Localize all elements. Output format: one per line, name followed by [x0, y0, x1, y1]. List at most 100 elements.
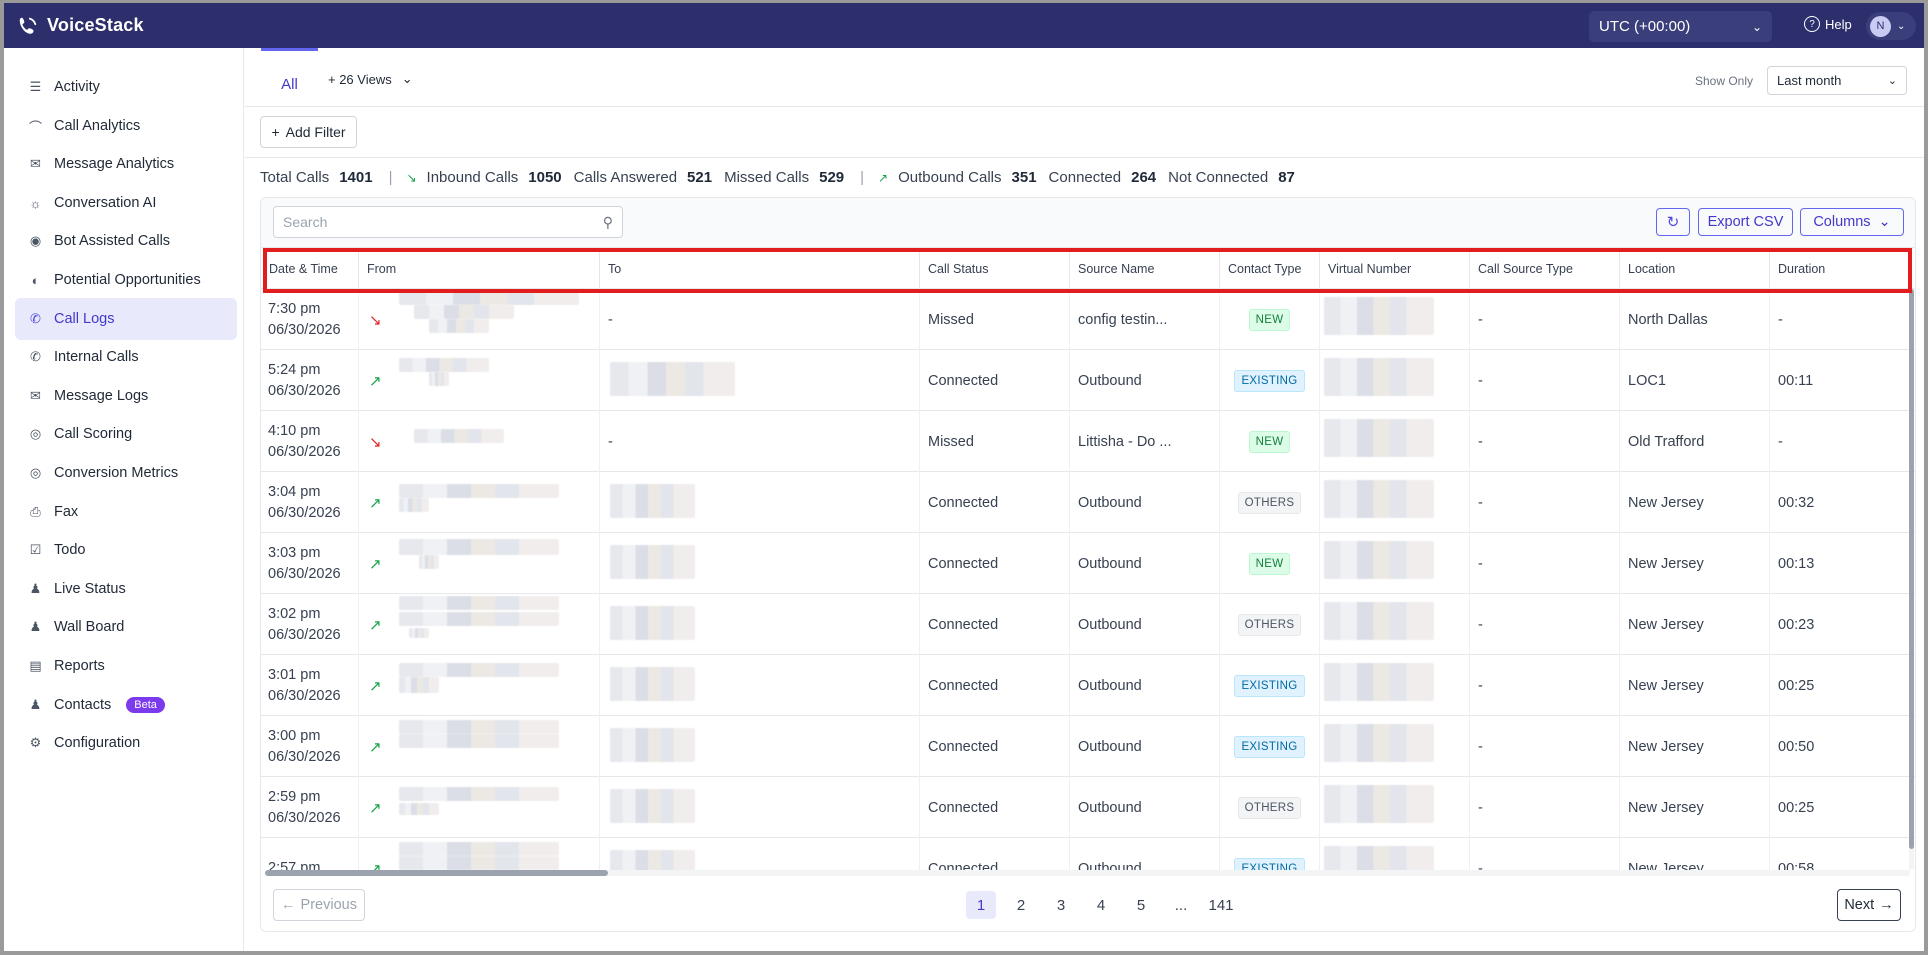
- cell-virtual-number[interactable]: [1320, 655, 1470, 716]
- previous-button[interactable]: ← Previous: [273, 889, 365, 921]
- column-header-duration[interactable]: Duration: [1770, 248, 1910, 289]
- cell-virtual-number[interactable]: [1320, 533, 1470, 594]
- sidebar-item-configuration[interactable]: ⚙ Configuration: [15, 722, 237, 764]
- table-row[interactable]: 2:59 pm 06/30/2026 ↗ Connected Outbound OTHER…: [261, 777, 1915, 838]
- column-header-location[interactable]: Location: [1620, 248, 1770, 289]
- sidebar-item-conversation-ai[interactable]: ☼ Conversation AI: [15, 182, 237, 224]
- cell-to[interactable]: [600, 655, 920, 716]
- columns-button[interactable]: Columns ⌄: [1800, 208, 1904, 236]
- sidebar-item-call-scoring[interactable]: ◎ Call Scoring: [15, 413, 237, 455]
- table-row[interactable]: 3:04 pm 06/30/2026 ↗ Connected Outbound OTHER…: [261, 472, 1915, 533]
- cell-to[interactable]: [600, 350, 920, 411]
- cell-from[interactable]: ↗: [359, 838, 600, 872]
- sidebar-item-conversion-metrics[interactable]: ◎ Conversion Metrics: [15, 452, 237, 494]
- cell-to[interactable]: -: [600, 411, 920, 472]
- timezone-select[interactable]: UTC (+00:00) ⌄: [1589, 11, 1772, 42]
- column-header-from[interactable]: From: [359, 248, 600, 289]
- cell-source-name: Outbound: [1070, 350, 1220, 411]
- column-header-date-time[interactable]: Date & Time: [261, 248, 359, 289]
- cell-from[interactable]: ↗: [359, 472, 600, 533]
- cell-from[interactable]: ↗: [359, 533, 600, 594]
- cell-from[interactable]: ↗: [359, 716, 600, 777]
- cell-from[interactable]: ↘: [359, 411, 600, 472]
- sidebar-item-reports[interactable]: ▤ Reports: [15, 645, 237, 687]
- sidebar-item-label: Call Scoring: [54, 426, 133, 442]
- call-time: 3:04 pm: [268, 483, 321, 500]
- sidebar-item-call-analytics[interactable]: ⌒ Call Analytics: [15, 105, 237, 147]
- cell-virtual-number[interactable]: [1320, 411, 1470, 472]
- app-logo[interactable]: VoiceStack: [17, 15, 144, 37]
- table-row[interactable]: 3:00 pm 06/30/2026 ↗ Connected Outbound EXIST…: [261, 716, 1915, 777]
- cell-from[interactable]: ↗: [359, 594, 600, 655]
- scroll-thumb[interactable]: [1909, 289, 1914, 849]
- sidebar-item-internal-calls[interactable]: ✆ Internal Calls: [15, 336, 237, 378]
- sidebar-item-activity[interactable]: ☰ Activity: [15, 66, 237, 108]
- sidebar-item-call-logs[interactable]: ✆ Call Logs: [15, 298, 237, 340]
- page-button[interactable]: 1: [966, 891, 996, 919]
- column-header-virtual-number[interactable]: Virtual Number: [1320, 248, 1470, 289]
- call-source-type: -: [1478, 616, 1483, 633]
- date-range-select[interactable]: Last month ⌄: [1767, 66, 1907, 95]
- table-row[interactable]: 4:10 pm 06/30/2026 ↘ - Missed Littisha - Do .…: [261, 411, 1915, 472]
- cell-virtual-number[interactable]: [1320, 289, 1470, 350]
- page-button[interactable]: 4: [1086, 891, 1116, 919]
- cell-to[interactable]: [600, 594, 920, 655]
- search-input[interactable]: Search ⚲: [273, 206, 623, 238]
- column-header-source-name[interactable]: Source Name: [1070, 248, 1220, 289]
- table-row[interactable]: 2:57 pm ↗ Connected Outbound EXISTING - New Je…: [261, 838, 1915, 872]
- help-button[interactable]: ? Help: [1804, 16, 1852, 32]
- column-header-call-status[interactable]: Call Status: [920, 248, 1070, 289]
- table-row[interactable]: 3:01 pm 06/30/2026 ↗ Connected Outbound EXIST…: [261, 655, 1915, 716]
- cell-to[interactable]: [600, 472, 920, 533]
- cell-to[interactable]: -: [600, 289, 920, 350]
- sidebar-item-wall-board[interactable]: ♟ Wall Board: [15, 606, 237, 648]
- sidebar-item-bot-assisted-calls[interactable]: ◉ Bot Assisted Calls: [15, 220, 237, 262]
- cell-virtual-number[interactable]: [1320, 838, 1470, 872]
- stat-total-label: Total Calls: [260, 169, 330, 186]
- cell-duration: -: [1770, 289, 1910, 350]
- cell-to[interactable]: [600, 777, 920, 838]
- cell-from[interactable]: ↗: [359, 655, 600, 716]
- status-badge: EXISTING: [1234, 674, 1305, 697]
- sidebar-item-fax[interactable]: ⎙ Fax: [15, 491, 237, 533]
- user-menu[interactable]: N ⌄: [1866, 12, 1916, 40]
- add-filter-button[interactable]: + Add Filter: [260, 116, 357, 148]
- cell-virtual-number[interactable]: [1320, 472, 1470, 533]
- page-button[interactable]: 141: [1206, 891, 1236, 919]
- sidebar-item-contacts[interactable]: ♟ Contacts Beta: [15, 684, 237, 726]
- cell-from[interactable]: ↘: [359, 289, 600, 350]
- cell-from[interactable]: ↗: [359, 777, 600, 838]
- cell-to[interactable]: [600, 838, 920, 872]
- sidebar-item-message-analytics[interactable]: ✉ Message Analytics: [15, 143, 237, 185]
- call-status: Connected: [928, 677, 999, 694]
- tab-all[interactable]: All: [261, 48, 318, 107]
- column-header-contact-type[interactable]: Contact Type: [1220, 248, 1320, 289]
- vertical-scrollbar[interactable]: [1909, 289, 1914, 869]
- cell-virtual-number[interactable]: [1320, 350, 1470, 411]
- table-row[interactable]: 7:30 pm 06/30/2026 ↘ - Missed config testin..…: [261, 289, 1915, 350]
- cell-contact-type: NEW: [1220, 289, 1320, 350]
- views-dropdown[interactable]: + 26 Views ⌄: [328, 71, 413, 87]
- cell-location: LOC1: [1620, 350, 1770, 411]
- cell-from[interactable]: ↗: [359, 350, 600, 411]
- column-header-call-source-type[interactable]: Call Source Type: [1470, 248, 1620, 289]
- cell-virtual-number[interactable]: [1320, 594, 1470, 655]
- table-row[interactable]: 3:03 pm 06/30/2026 ↗ Connected Outbound NEW - N…: [261, 533, 1915, 594]
- table-row[interactable]: 3:02 pm 06/30/2026 ↗ Connected Outbound OTHER…: [261, 594, 1915, 655]
- sidebar-item-todo[interactable]: ☑ Todo: [15, 529, 237, 571]
- export-csv-button[interactable]: Export CSV: [1698, 208, 1793, 236]
- cell-virtual-number[interactable]: [1320, 777, 1470, 838]
- refresh-button[interactable]: ↻: [1656, 208, 1690, 236]
- cell-to[interactable]: [600, 533, 920, 594]
- column-header-to[interactable]: To: [600, 248, 920, 289]
- cell-virtual-number[interactable]: [1320, 716, 1470, 777]
- sidebar-item-live-status[interactable]: ♟ Live Status: [15, 568, 237, 610]
- table-row[interactable]: 5:24 pm 06/30/2026 ↗ Connected Outbound EXIST…: [261, 350, 1915, 411]
- page-button[interactable]: 3: [1046, 891, 1076, 919]
- page-button[interactable]: 2: [1006, 891, 1036, 919]
- sidebar-item-potential-opportunities[interactable]: ◐ Potential Opportunities: [15, 259, 237, 301]
- cell-to[interactable]: [600, 716, 920, 777]
- page-button[interactable]: 5: [1126, 891, 1156, 919]
- next-button[interactable]: Next →: [1837, 889, 1901, 921]
- sidebar-item-message-logs[interactable]: ✉ Message Logs: [15, 375, 237, 417]
